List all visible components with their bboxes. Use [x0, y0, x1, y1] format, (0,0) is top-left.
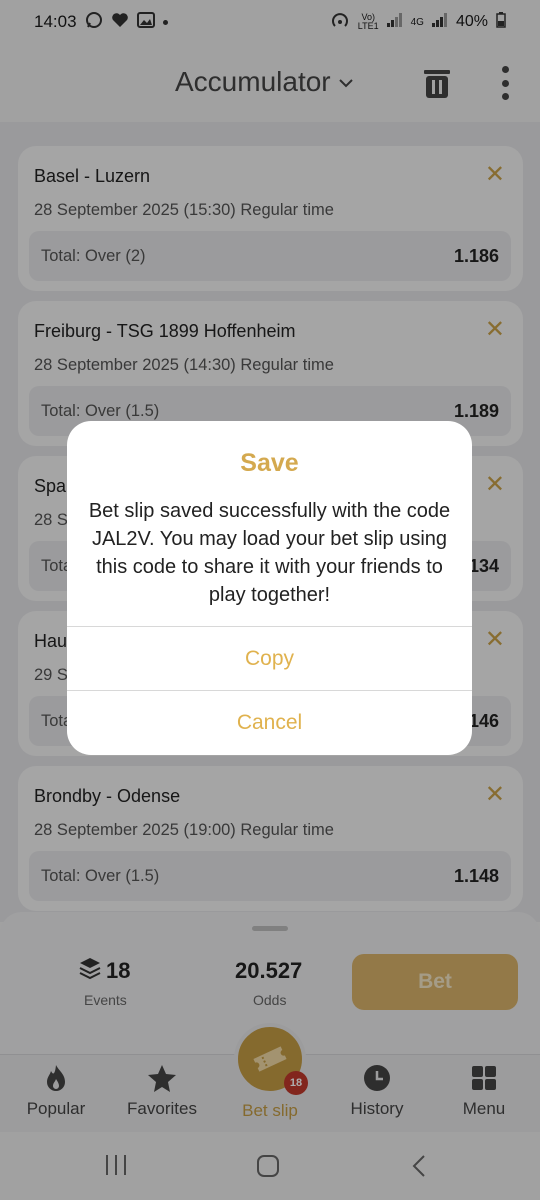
- cancel-button[interactable]: Cancel: [67, 691, 472, 755]
- copy-button[interactable]: Copy: [67, 627, 472, 691]
- dialog-message: Bet slip saved successfully with the cod…: [88, 500, 451, 606]
- dialog-title: Save: [240, 449, 299, 477]
- save-dialog: Save Bet slip saved successfully with th…: [67, 421, 472, 755]
